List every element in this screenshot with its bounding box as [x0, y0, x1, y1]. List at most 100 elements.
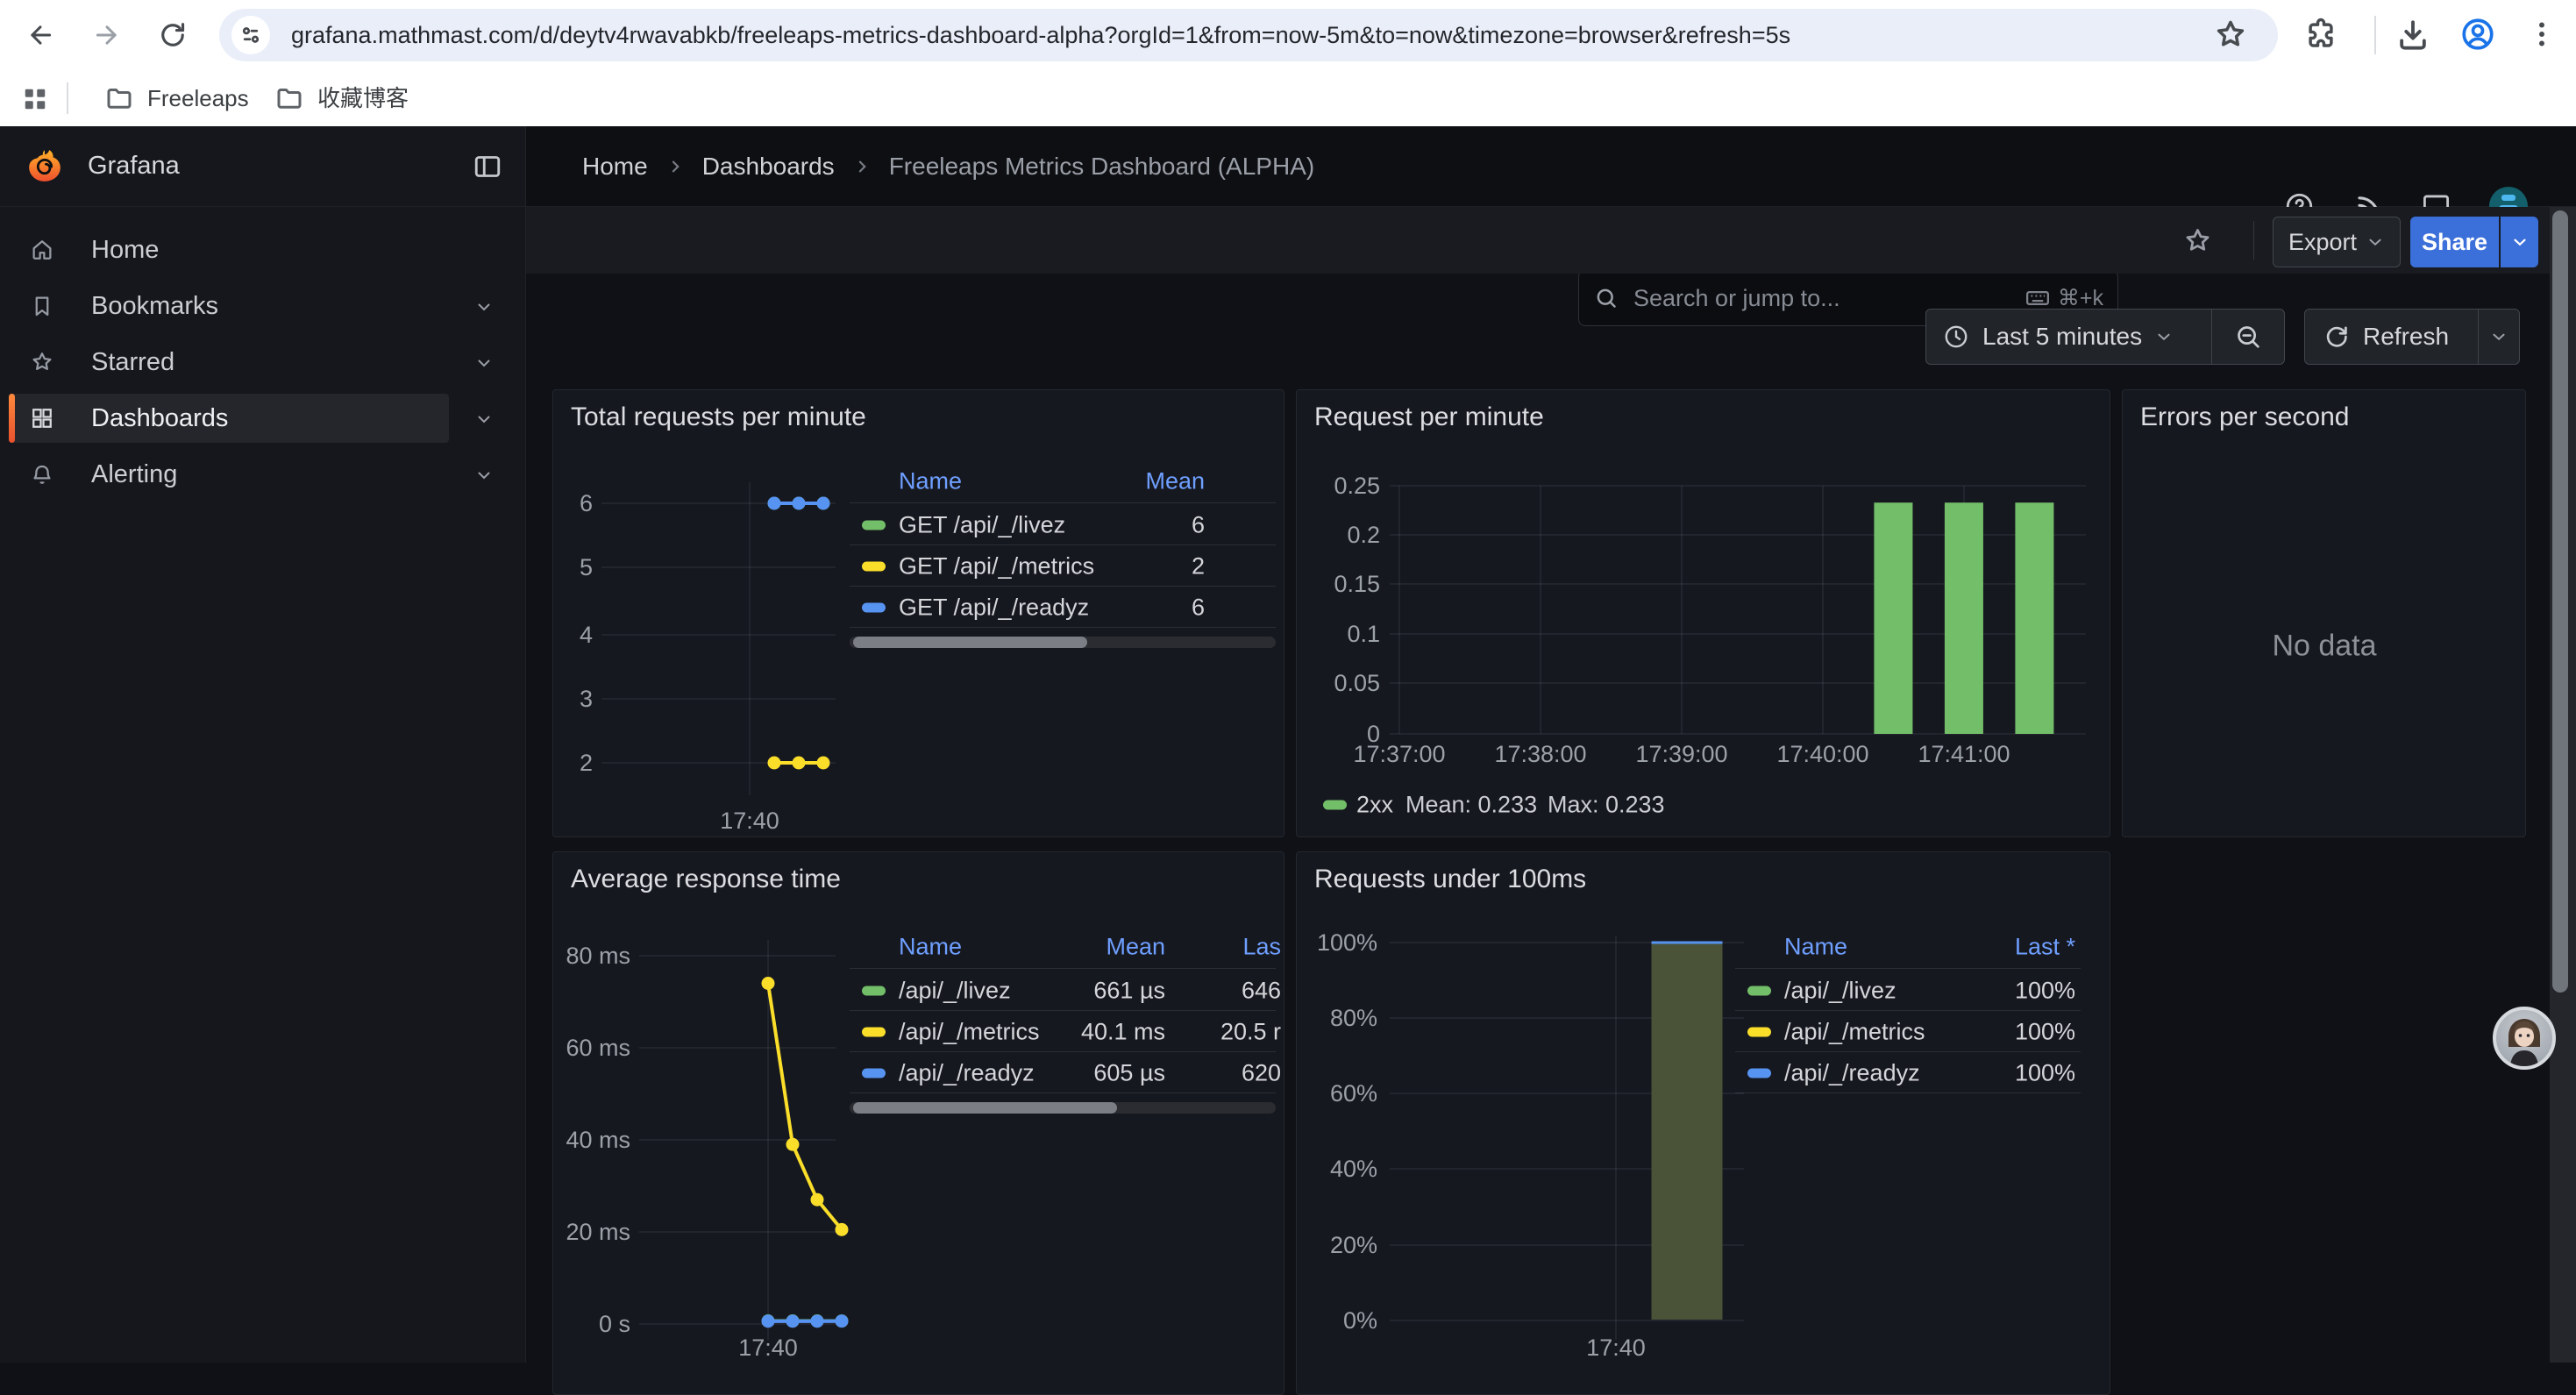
- bookmark-star-icon[interactable]: [2211, 15, 2250, 53]
- apps-grid-icon[interactable]: [19, 83, 51, 115]
- svg-text:17:37:00: 17:37:00: [1353, 741, 1445, 767]
- zoom-out-icon[interactable]: [2212, 322, 2284, 352]
- legend-series-name[interactable]: /api/_/metrics: [899, 1019, 1040, 1046]
- grafana-logo[interactable]: [26, 147, 63, 184]
- grafana-brand[interactable]: Grafana: [88, 152, 180, 181]
- svg-text:80 ms: 80 ms: [566, 943, 630, 969]
- downloads-icon[interactable]: [2394, 16, 2432, 54]
- legend-row-separator: [850, 627, 1276, 628]
- chevron-down-icon: [2366, 232, 2385, 252]
- legend-series-name[interactable]: 2xx: [1356, 792, 1393, 819]
- legend-scrollbar-thumb[interactable]: [853, 1102, 1117, 1114]
- dashboards-grid-icon: [29, 405, 55, 431]
- legend-header-name[interactable]: Name: [899, 468, 962, 495]
- clock-icon: [1942, 323, 1970, 351]
- breadcrumb-dashboards[interactable]: Dashboards: [702, 153, 835, 181]
- legend-header-mean[interactable]: Mean: [1145, 468, 1205, 495]
- legend-series-name[interactable]: GET /api/_/livez: [899, 512, 1065, 539]
- legend-series-name[interactable]: /api/_/livez: [1784, 978, 1896, 1005]
- dashboard-subheader: Export Share: [526, 207, 2550, 274]
- reload-icon[interactable]: [157, 19, 189, 51]
- bookmark-folder-freeleaps[interactable]: Freeleaps: [147, 70, 249, 126]
- sidebar-item-home[interactable]: Home: [0, 225, 526, 274]
- legend-series-name[interactable]: /api/_/livez: [899, 978, 1011, 1005]
- series-color-pill: [1747, 1069, 1771, 1078]
- panel-total-requests-per-minute: Total requests per minute 6543217:40 Nam…: [552, 389, 1284, 837]
- chevron-down-icon[interactable]: [473, 296, 495, 317]
- svg-text:0.25: 0.25: [1334, 473, 1380, 499]
- favorite-star-icon[interactable]: [2181, 224, 2214, 257]
- legend-series-name[interactable]: /api/_/readyz: [1784, 1060, 1920, 1087]
- sidebar-item-alerting[interactable]: Alerting: [0, 450, 526, 499]
- export-button[interactable]: Export: [2273, 217, 2401, 267]
- area-chart[interactable]: 100%80%60%40%20%0%17:40: [1297, 852, 2110, 1395]
- legend-header-name[interactable]: Name: [1784, 934, 1847, 961]
- svg-text:6: 6: [580, 490, 593, 516]
- sidebar-item-bookmarks[interactable]: Bookmarks: [0, 281, 526, 331]
- browser-toolbar: grafana.mathmast.com/d/deytv4rwavabkb/fr…: [0, 0, 2576, 70]
- folder-icon[interactable]: [274, 82, 305, 114]
- svg-text:17:41:00: 17:41:00: [1918, 741, 2010, 767]
- menu-dots-icon[interactable]: [2523, 16, 2560, 53]
- forward-icon[interactable]: [92, 20, 122, 50]
- share-dropdown-button[interactable]: [2501, 217, 2538, 267]
- folder-icon[interactable]: [103, 82, 135, 114]
- svg-text:0.05: 0.05: [1334, 670, 1380, 696]
- legend-row-separator: [850, 586, 1276, 587]
- series-color-pill: [862, 521, 886, 530]
- breadcrumb-home[interactable]: Home: [582, 153, 648, 181]
- url-text[interactable]: grafana.mathmast.com/d/deytv4rwavabkb/fr…: [291, 9, 2194, 61]
- legend-series-name[interactable]: GET /api/_/metrics: [899, 553, 1094, 580]
- extensions-icon[interactable]: [2302, 16, 2339, 53]
- profile-icon[interactable]: [2459, 15, 2497, 53]
- star-icon: [29, 349, 55, 375]
- girl-avatar: [2496, 1010, 2552, 1066]
- legend-header-las[interactable]: Las: [1242, 934, 1281, 961]
- bookmark-folder-blogs[interactable]: 收藏博客: [317, 70, 409, 126]
- bar-chart[interactable]: 0.250.20.150.10.05017:37:0017:38:0017:39…: [1297, 390, 2110, 837]
- refresh-button-group[interactable]: Refresh: [2304, 309, 2520, 365]
- legend-cell-value: 6: [1192, 512, 1205, 539]
- refresh-label: Refresh: [2363, 323, 2449, 351]
- legend-row-separator: [850, 968, 1276, 969]
- share-button[interactable]: Share: [2410, 217, 2499, 267]
- panel-average-response-time: Average response time 80 ms60 ms40 ms20 …: [552, 851, 1284, 1395]
- sidebar-item-starred[interactable]: Starred: [0, 338, 526, 387]
- refresh-interval-dropdown[interactable]: [2479, 327, 2519, 346]
- assistant-avatar-button[interactable]: [2493, 1007, 2556, 1070]
- series-color-pill: [862, 986, 886, 996]
- series-color-pill: [1323, 801, 1347, 810]
- chevron-down-icon[interactable]: [473, 409, 495, 430]
- legend-header-mean[interactable]: Mean: [1106, 934, 1165, 961]
- dock-sidebar-icon[interactable]: [472, 151, 503, 182]
- legend-series-name[interactable]: /api/_/metrics: [1784, 1019, 1925, 1046]
- search-input[interactable]: [1632, 284, 1951, 313]
- legend-cell-value: 40.1 ms: [1081, 1019, 1165, 1046]
- legend-cell-value: 100%: [2015, 1019, 2075, 1046]
- series-color-pill: [862, 603, 886, 613]
- back-icon[interactable]: [25, 20, 55, 50]
- legend-row-separator: [1735, 968, 2081, 969]
- panel-request-per-minute: Request per minute 0.250.20.150.10.05017…: [1296, 389, 2110, 837]
- site-settings-icon[interactable]: [231, 16, 270, 54]
- legend-header-last[interactable]: Last *: [2015, 934, 2075, 961]
- home-icon: [29, 237, 55, 263]
- panel-title[interactable]: Errors per second: [2140, 402, 2349, 432]
- sidebar-item-dashboards[interactable]: Dashboards: [0, 394, 526, 443]
- chevron-down-icon[interactable]: [473, 352, 495, 374]
- svg-text:5: 5: [580, 554, 593, 580]
- series-color-pill: [1747, 1028, 1771, 1037]
- time-range-picker[interactable]: Last 5 minutes: [1925, 309, 2285, 365]
- legend-scrollbar-thumb[interactable]: [853, 637, 1087, 648]
- page-scrollbar-thumb[interactable]: [2552, 210, 2568, 993]
- legend-header-name[interactable]: Name: [899, 934, 962, 961]
- legend-series-name[interactable]: GET /api/_/readyz: [899, 594, 1089, 622]
- svg-text:3: 3: [580, 686, 593, 712]
- legend-cell-value: 100%: [2015, 1060, 2075, 1087]
- chevron-down-icon[interactable]: [473, 465, 495, 486]
- grafana-header-left: Grafana: [0, 126, 526, 206]
- search-shortcut: ⌘+k: [2025, 285, 2103, 311]
- legend-series-name[interactable]: /api/_/readyz: [899, 1060, 1035, 1087]
- svg-text:20 ms: 20 ms: [566, 1219, 630, 1245]
- svg-text:0 s: 0 s: [599, 1311, 630, 1337]
